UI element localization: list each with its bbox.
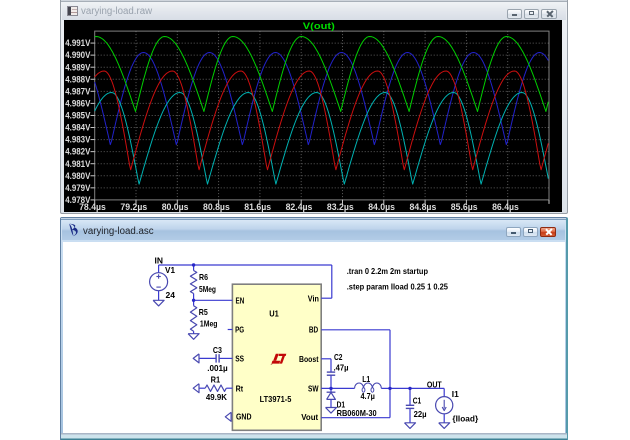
svg-text:Vout: Vout	[301, 412, 318, 422]
svg-text:.001µ: .001µ	[207, 363, 228, 373]
svg-text:.47µ: .47µ	[334, 362, 349, 372]
svg-text:4.984V: 4.984V	[65, 122, 90, 132]
svg-text:4.988V: 4.988V	[65, 74, 90, 84]
svg-text:Boost: Boost	[299, 354, 319, 364]
svg-text:SS: SS	[235, 354, 244, 364]
svg-text:U1: U1	[269, 309, 279, 319]
svg-text:4.986V: 4.986V	[65, 98, 90, 108]
svg-text:83.2µs: 83.2µs	[327, 202, 354, 212]
svg-text:4.982V: 4.982V	[65, 146, 90, 156]
svg-text:84.8µs: 84.8µs	[410, 202, 437, 212]
svg-text:L1: L1	[362, 374, 370, 384]
svg-text:SW: SW	[308, 384, 319, 394]
svg-text:PG: PG	[235, 325, 244, 335]
svg-text:GND: GND	[236, 412, 252, 422]
svg-text:78.4µs: 78.4µs	[79, 202, 106, 212]
svg-text:81.6µs: 81.6µs	[244, 202, 271, 212]
svg-text:C2: C2	[334, 352, 343, 362]
svg-text:5Meg: 5Meg	[199, 284, 216, 294]
svg-text:86.4µs: 86.4µs	[492, 202, 519, 212]
svg-text:LT3971-5: LT3971-5	[260, 394, 292, 404]
svg-text:4.981V: 4.981V	[65, 158, 90, 168]
svg-text:80.0µs: 80.0µs	[162, 202, 189, 212]
svg-text:V1: V1	[165, 265, 175, 275]
svg-text:R6: R6	[199, 272, 208, 282]
svg-text:22µ: 22µ	[414, 409, 427, 419]
svg-text:84.0µs: 84.0µs	[368, 202, 395, 212]
svg-text:79.2µs: 79.2µs	[120, 202, 147, 212]
svg-text:4.979V: 4.979V	[65, 182, 90, 192]
svg-text:BD: BD	[309, 324, 318, 334]
svg-text:IN: IN	[155, 256, 164, 266]
svg-text:82.4µs: 82.4µs	[286, 202, 313, 212]
svg-text:Rt: Rt	[236, 384, 244, 394]
svg-text:I1: I1	[452, 389, 459, 399]
svg-text:4.987V: 4.987V	[65, 86, 90, 96]
svg-text:1Meg: 1Meg	[200, 318, 218, 328]
svg-text:V(out): V(out)	[303, 21, 335, 31]
svg-text:C3: C3	[213, 345, 222, 355]
svg-text:4.980V: 4.980V	[65, 170, 90, 180]
svg-text:RB060M-30: RB060M-30	[337, 408, 377, 418]
svg-text:.tran 0 2.2m 2m startup: .tran 0 2.2m 2m startup	[347, 266, 428, 276]
svg-text:4.983V: 4.983V	[65, 134, 90, 144]
svg-text:.step param Iload 0.25 1 0.25: .step param Iload 0.25 1 0.25	[347, 282, 449, 292]
svg-text:49.9K: 49.9K	[206, 392, 227, 402]
svg-text:4.7µ: 4.7µ	[360, 391, 375, 401]
svg-text:EN: EN	[236, 295, 245, 305]
svg-text:OUT: OUT	[427, 379, 442, 389]
svg-text:4.991V: 4.991V	[65, 38, 90, 48]
svg-text:{Iload}: {Iload}	[452, 413, 479, 423]
svg-text:C1: C1	[413, 396, 422, 406]
svg-text:24: 24	[166, 290, 176, 300]
svg-text:4.990V: 4.990V	[65, 50, 90, 60]
svg-text:85.6µs: 85.6µs	[451, 202, 478, 212]
svg-text:4.989V: 4.989V	[65, 62, 90, 72]
svg-text:R5: R5	[199, 307, 208, 317]
svg-text:80.8µs: 80.8µs	[203, 202, 230, 212]
svg-text:R1: R1	[211, 375, 221, 385]
svg-text:4.985V: 4.985V	[65, 110, 90, 120]
svg-text:Vin: Vin	[308, 293, 319, 303]
